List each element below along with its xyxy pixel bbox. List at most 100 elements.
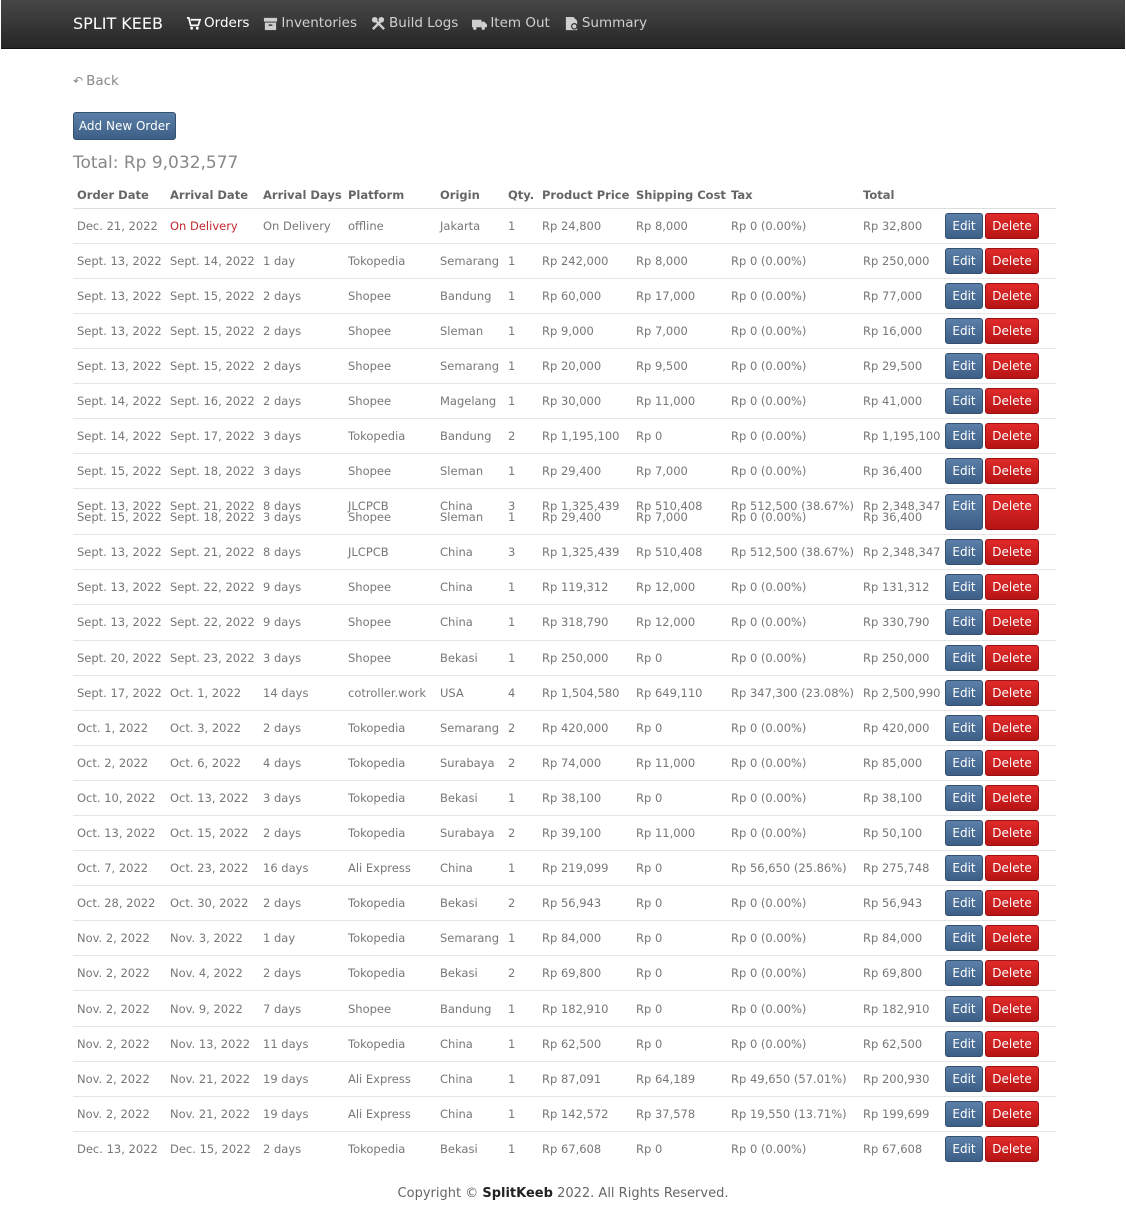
delete-button[interactable]: Delete [985, 539, 1039, 566]
edit-button[interactable]: Edit [945, 317, 983, 344]
table-cell: Rp 131,312 [859, 569, 945, 605]
table-cell: 3 days [259, 418, 344, 454]
table-cell: Rp 69,800 [538, 955, 632, 991]
delete-button[interactable]: Delete [985, 1100, 1039, 1127]
table-cell: Rp 41,000 [859, 382, 945, 419]
table-cell: 2 [504, 709, 538, 746]
table-cell: Rp 0 [632, 920, 727, 956]
nav-build-logs[interactable]: Build Logs [371, 15, 458, 31]
table-cell: China Sleman [436, 488, 504, 535]
nav-item-out[interactable]: Item Out [472, 15, 550, 31]
edit-button[interactable]: Edit [945, 609, 983, 636]
table-cell: Sept. 13, 2022 [73, 534, 166, 570]
edit-button[interactable]: Edit [945, 784, 983, 811]
edit-button[interactable]: Edit [945, 820, 983, 847]
table-cell: Rp 0 [632, 709, 727, 746]
table-cell: Rp 0 (0.00%) [727, 885, 859, 921]
table-cell: China [436, 1095, 504, 1132]
nav-inventories[interactable]: Inventories [263, 15, 357, 31]
table-cell: offline [344, 207, 436, 244]
delete-button[interactable]: Delete [985, 890, 1039, 917]
edit-button[interactable]: Edit [945, 890, 983, 917]
table-cell: Rp 11,000 [632, 814, 727, 851]
delete-button[interactable]: Delete [985, 574, 1039, 601]
table-cell: Rp 420,000 [538, 709, 632, 746]
table-cell: Rp 24,800 [538, 207, 632, 244]
edit-button[interactable]: Edit [945, 1030, 983, 1057]
edit-button[interactable]: Edit [945, 855, 983, 882]
row-actions: Edit Delete [945, 534, 1056, 570]
edit-button[interactable]: Edit [945, 247, 983, 274]
table-cell: Rp 11,000 [632, 744, 727, 781]
table-cell: Sleman [436, 453, 504, 489]
edit-button[interactable]: Edit [945, 388, 983, 415]
delete-button[interactable]: Delete [985, 282, 1039, 309]
delete-button[interactable]: Delete [985, 925, 1039, 952]
delete-button[interactable]: Delete [985, 995, 1039, 1022]
table-cell: Rp 36,400 [859, 453, 945, 489]
delete-button[interactable]: Delete [985, 960, 1039, 987]
nav-summary[interactable]: Summary [564, 15, 647, 31]
table-cell: Sept. 13, 2022 [73, 242, 166, 279]
delete-button[interactable]: Delete [985, 388, 1039, 415]
edit-button[interactable]: Edit [945, 1136, 983, 1163]
table-row: Nov. 2, 2022 Nov. 9, 2022 7 days Shopee Band… [73, 990, 1056, 1027]
table-cell: Shopee [344, 347, 436, 384]
delete-button[interactable]: Delete [985, 458, 1039, 485]
delete-button[interactable]: Delete [985, 352, 1039, 379]
delete-button[interactable]: Delete [985, 247, 1039, 274]
table-cell: 4 days [259, 744, 344, 781]
table-row: Oct. 13, 2022 Oct. 15, 2022 2 days Tokopedi… [73, 814, 1056, 851]
table-cell: Rp 0 (0.00%) [727, 347, 859, 384]
edit-button[interactable]: Edit [945, 679, 983, 706]
delete-button[interactable]: Delete [985, 609, 1039, 636]
table-cell: Nov. 21, 2022 [166, 1060, 259, 1097]
delete-button[interactable]: Delete [985, 644, 1039, 671]
delete-button[interactable]: Delete [985, 317, 1039, 344]
edit-button[interactable]: Edit [945, 493, 983, 530]
delete-button[interactable]: Delete [985, 784, 1039, 811]
delete-button[interactable]: Delete [985, 1136, 1039, 1163]
nav-orders[interactable]: Orders [186, 15, 249, 31]
delete-button[interactable]: Delete [985, 714, 1039, 741]
table-cell: 1 [504, 347, 538, 384]
delete-button[interactable]: Delete [985, 820, 1039, 847]
edit-button[interactable]: Edit [945, 960, 983, 987]
delete-button[interactable]: Delete [985, 1065, 1039, 1092]
delete-button[interactable]: Delete [985, 493, 1039, 530]
edit-button[interactable]: Edit [945, 1065, 983, 1092]
table-cell: Dec. 13, 2022 [73, 1130, 166, 1167]
edit-button[interactable]: Edit [945, 423, 983, 450]
edit-button[interactable]: Edit [945, 282, 983, 309]
edit-button[interactable]: Edit [945, 352, 983, 379]
table-cell: Oct. 6, 2022 [166, 744, 259, 781]
edit-button[interactable]: Edit [945, 749, 983, 776]
back-link[interactable]: ↶ Back [73, 73, 119, 89]
delete-button[interactable]: Delete [985, 1030, 1039, 1057]
delete-button[interactable]: Delete [985, 749, 1039, 776]
delete-button[interactable]: Delete [985, 423, 1039, 450]
delete-button[interactable]: Delete [985, 855, 1039, 882]
add-new-order-button[interactable]: Add New Order [73, 112, 176, 140]
table-cell: 2 days [259, 814, 344, 851]
brand-logo[interactable]: SPLIT KEEB [73, 14, 163, 33]
footer-brand[interactable]: SplitKeeb [482, 1186, 553, 1201]
edit-button[interactable]: Edit [945, 539, 983, 566]
table-cell: Ali Express [344, 850, 436, 886]
table-row: Oct. 7, 2022 Oct. 23, 2022 16 days Ali Expr… [73, 850, 1056, 886]
delete-button[interactable]: Delete [985, 679, 1039, 706]
edit-button[interactable]: Edit [945, 212, 983, 239]
edit-button[interactable]: Edit [945, 458, 983, 485]
edit-button[interactable]: Edit [945, 714, 983, 741]
table-cell: On Delivery [166, 207, 259, 244]
edit-button[interactable]: Edit [945, 1100, 983, 1127]
delete-button[interactable]: Delete [985, 212, 1039, 239]
edit-button[interactable]: Edit [945, 574, 983, 601]
table-cell: Rp 0 [632, 955, 727, 991]
row-actions: Edit Delete [945, 418, 1056, 454]
edit-button[interactable]: Edit [945, 644, 983, 671]
edit-button[interactable]: Edit [945, 925, 983, 952]
table-row: Sept. 13, 2022 Sept. 14, 2022 1 day Tokoped… [73, 242, 1056, 279]
edit-button[interactable]: Edit [945, 995, 983, 1022]
table-cell: 1 [504, 382, 538, 419]
